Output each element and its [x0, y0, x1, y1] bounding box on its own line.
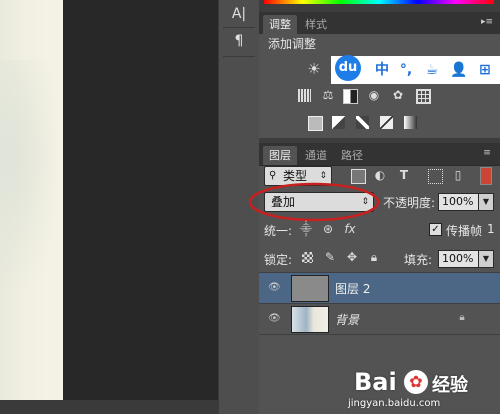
- layer-name[interactable]: 图层 2: [335, 280, 370, 297]
- divider: [223, 56, 255, 57]
- layer-thumbnail: [291, 275, 329, 302]
- propagate-frame-checkbox[interactable]: ✓: [429, 223, 442, 236]
- lock-transparent-icon[interactable]: [302, 252, 313, 263]
- tab-channels[interactable]: 通道: [299, 146, 333, 165]
- ime-chinese-mode[interactable]: 中: [372, 60, 392, 80]
- visibility-eye-icon[interactable]: 👁︎: [268, 313, 281, 325]
- photo-filter-icon[interactable]: ◉: [366, 88, 382, 102]
- lock-icon: 🔒︎: [459, 312, 465, 323]
- opacity-dropdown-icon[interactable]: ▼: [478, 193, 494, 211]
- paw-icon: ✿: [404, 370, 428, 394]
- levels-icon[interactable]: [298, 89, 311, 102]
- gradient-map-icon[interactable]: [404, 116, 417, 129]
- tab-adjustments[interactable]: 调整: [263, 15, 297, 34]
- document-image[interactable]: [0, 0, 63, 400]
- fill-dropdown-icon[interactable]: ▼: [478, 250, 494, 268]
- selective-color-icon[interactable]: [380, 116, 393, 129]
- panel-menu-icon[interactable]: ≡: [480, 147, 494, 159]
- propagate-frame-label: 传播帧: [446, 224, 483, 238]
- filter-toggle-icon[interactable]: [480, 167, 492, 185]
- invert-icon[interactable]: [308, 116, 323, 131]
- layer-row-selected[interactable]: 👁︎ 图层 2: [259, 273, 500, 303]
- ime-skin-icon[interactable]: ☕: [422, 60, 442, 80]
- color-spectrum-bar[interactable]: [264, 0, 494, 4]
- adjustments-heading: 添加调整: [268, 37, 317, 51]
- layer-thumbnail: [291, 306, 329, 333]
- opacity-label: 不透明度:: [383, 196, 436, 210]
- lock-label: 锁定:: [264, 253, 293, 267]
- fill-input[interactable]: 100%: [438, 250, 479, 268]
- watermark-suffix: 经验: [432, 375, 468, 396]
- layer-name[interactable]: 背景: [335, 311, 359, 328]
- tab-styles[interactable]: 样式: [299, 15, 333, 34]
- threshold-icon[interactable]: [356, 116, 369, 129]
- filter-shape-icon[interactable]: [428, 169, 443, 184]
- annotation-ellipse: [248, 182, 380, 222]
- unify-style-icon[interactable]: fx: [342, 222, 358, 236]
- posterize-icon[interactable]: [332, 116, 345, 129]
- baidu-jingyan-watermark: Bai ✿ 经验 jingyan.baidu.com: [348, 368, 500, 414]
- divider: [223, 27, 255, 28]
- color-lookup-icon[interactable]: [416, 89, 431, 104]
- tab-layers[interactable]: 图层: [263, 146, 297, 165]
- layer-row[interactable]: 👁︎ 背景 🔒︎: [259, 304, 500, 334]
- color-balance-icon[interactable]: ⚖: [320, 88, 336, 102]
- panel-menu-icon[interactable]: ▸≡: [480, 16, 494, 28]
- unify-label: 统一:: [264, 224, 293, 238]
- channel-mixer-icon[interactable]: ✿: [390, 88, 406, 102]
- filter-smart-object-icon[interactable]: ▯: [450, 168, 466, 182]
- unify-visibility-icon[interactable]: ⊛: [320, 222, 336, 236]
- opacity-input[interactable]: 100%: [438, 193, 479, 211]
- baidu-ime-logo[interactable]: du: [335, 55, 361, 81]
- watermark-url: jingyan.baidu.com: [348, 398, 441, 409]
- ime-toolbox-icon[interactable]: ⊞: [474, 60, 496, 80]
- visibility-eye-icon[interactable]: 👁︎: [268, 282, 281, 294]
- status-bar: [0, 400, 218, 414]
- tab-paths[interactable]: 路径: [335, 146, 369, 165]
- layers-tabbar: 图层 通道 路径 ≡: [259, 143, 500, 166]
- watermark-brand: Bai: [354, 368, 397, 396]
- paragraph-panel-icon[interactable]: ¶: [228, 30, 250, 52]
- fill-label: 填充:: [404, 253, 433, 267]
- adjustments-tabbar: 调整 样式 ▸≡: [259, 12, 500, 35]
- black-white-icon[interactable]: [343, 89, 358, 104]
- brightness-contrast-icon[interactable]: ☀: [306, 62, 322, 77]
- lock-position-icon[interactable]: ✥: [344, 250, 360, 264]
- ime-punctuation[interactable]: °,: [396, 60, 416, 80]
- lock-all-icon[interactable]: 🔒︎: [366, 250, 382, 264]
- unify-position-icon[interactable]: ⸎: [298, 222, 314, 236]
- lock-image-icon[interactable]: ✎: [322, 250, 338, 264]
- divider: [259, 334, 500, 335]
- ime-user-icon[interactable]: 👤: [449, 60, 469, 80]
- propagate-frame-value: 1: [487, 222, 495, 236]
- filter-type-icon[interactable]: T: [396, 168, 412, 182]
- character-panel-icon[interactable]: A|: [228, 3, 250, 25]
